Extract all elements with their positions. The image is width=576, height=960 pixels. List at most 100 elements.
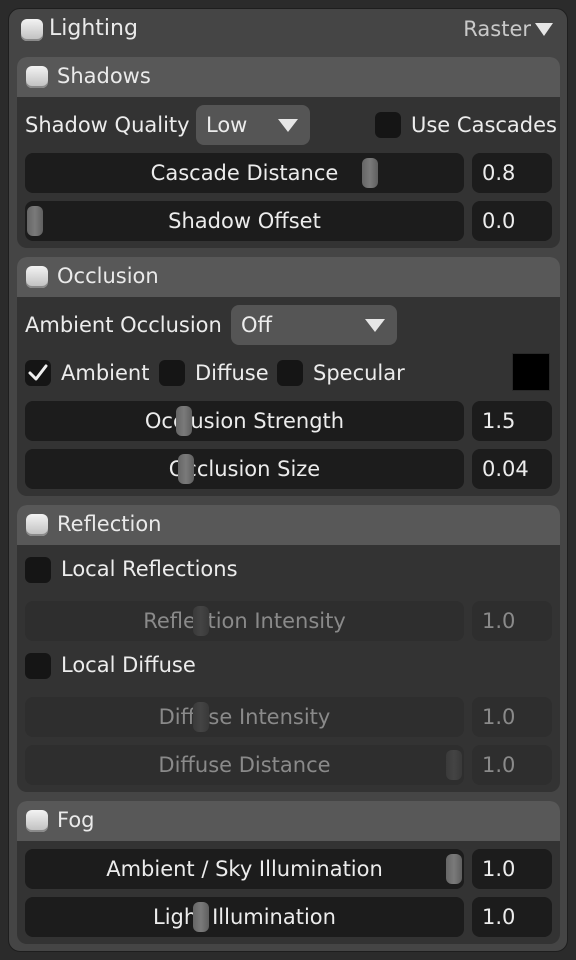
ambient-sky-value: 1.0 [482, 857, 516, 881]
light-illumination-value: 1.0 [482, 905, 516, 929]
fog-title: Fog [57, 808, 95, 832]
occlusion-size-field[interactable]: 0.04 [472, 449, 552, 489]
occlusion-channels-row: Ambient Diffuse Specular [17, 353, 560, 393]
cascade-distance-field[interactable]: 0.8 [472, 153, 552, 193]
chevron-down-icon [278, 119, 298, 132]
cascade-distance-label: Cascade Distance [150, 161, 339, 185]
lighting-toggle[interactable] [21, 19, 43, 41]
ambient-occlusion-row: Ambient Occlusion Off [17, 305, 560, 345]
light-illumination-row: Light Illumination 1.0 [17, 897, 560, 937]
shadow-quality-dropdown[interactable]: Low [196, 105, 310, 145]
diffuse-distance-value: 1.0 [482, 753, 516, 777]
shadow-offset-value: 0.0 [482, 209, 516, 233]
ambient-occlusion-label: Ambient Occlusion [25, 313, 222, 337]
reflection-intensity-slider[interactable]: Reflection Intensity [25, 601, 464, 641]
occlusion-strength-label: Occlusion Strength [144, 409, 345, 433]
occlusion-section: Occlusion Ambient Occlusion Off Ambient … [17, 257, 560, 496]
local-diffuse-label: Local Diffuse [61, 653, 196, 677]
occlusion-size-label: Occlusion Size [168, 457, 321, 481]
ambient-sky-row: Ambient / Sky Illumination 1.0 [17, 849, 560, 889]
cascade-distance-slider[interactable]: Cascade Distance [25, 153, 464, 193]
occlusion-size-row: Occlusion Size 0.04 [17, 449, 560, 489]
ambient-sky-field[interactable]: 1.0 [472, 849, 552, 889]
specular-checkbox[interactable] [277, 360, 303, 386]
shadows-toggle[interactable] [26, 66, 48, 88]
slider-handle[interactable] [176, 406, 192, 436]
ambient-occlusion-dropdown[interactable]: Off [231, 305, 397, 345]
lighting-panel: Lighting Raster Shadows Shadow Quality L… [8, 8, 568, 952]
use-cascades-checkbox[interactable] [375, 112, 401, 138]
local-reflections-checkbox[interactable] [25, 557, 51, 583]
diffuse-checkbox[interactable] [159, 360, 185, 386]
diffuse-distance-field[interactable]: 1.0 [472, 745, 552, 785]
ambient-sky-label: Ambient / Sky Illumination [106, 857, 383, 881]
ambient-occlusion-value: Off [241, 313, 272, 337]
occlusion-header: Occlusion [17, 257, 560, 297]
ambient-checkbox[interactable] [25, 360, 51, 386]
reflection-header: Reflection [17, 505, 560, 545]
occlusion-color-swatch[interactable] [512, 353, 550, 391]
ambient-sky-slider[interactable]: Ambient / Sky Illumination [25, 849, 464, 889]
reflection-intensity-label: Reflection Intensity [143, 609, 346, 633]
cascade-distance-value: 0.8 [482, 161, 516, 185]
mode-label: Raster [463, 17, 531, 41]
diffuse-intensity-field[interactable]: 1.0 [472, 697, 552, 737]
occlusion-title: Occlusion [57, 264, 159, 288]
slider-handle[interactable] [178, 454, 194, 484]
use-cascades-label: Use Cascades [411, 113, 557, 137]
diffuse-label: Diffuse [195, 361, 269, 385]
shadow-offset-field[interactable]: 0.0 [472, 201, 552, 241]
chevron-down-icon [365, 319, 385, 332]
reflection-section: Reflection Local Reflections Reflection … [17, 505, 560, 792]
panel-header: Lighting Raster [9, 9, 567, 51]
occlusion-strength-slider[interactable]: Occlusion Strength [25, 401, 464, 441]
reflection-intensity-value: 1.0 [482, 609, 516, 633]
specular-label: Specular [313, 361, 405, 385]
occlusion-size-slider[interactable]: Occlusion Size [25, 449, 464, 489]
light-illumination-slider[interactable]: Light Illumination [25, 897, 464, 937]
panel-title: Lighting [49, 16, 138, 41]
fog-header: Fog [17, 801, 560, 841]
slider-handle[interactable] [193, 702, 209, 732]
occlusion-strength-row: Occlusion Strength 1.5 [17, 401, 560, 441]
shadow-offset-row: Shadow Offset 0.0 [17, 201, 560, 241]
diffuse-intensity-slider[interactable]: Diffuse Intensity [25, 697, 464, 737]
diffuse-intensity-label: Diffuse Intensity [158, 705, 331, 729]
shadows-header: Shadows [17, 57, 560, 97]
reflection-intensity-field[interactable]: 1.0 [472, 601, 552, 641]
light-illumination-field[interactable]: 1.0 [472, 897, 552, 937]
cascade-distance-row: Cascade Distance 0.8 [17, 153, 560, 193]
occlusion-toggle[interactable] [26, 266, 48, 288]
local-reflections-label: Local Reflections [61, 557, 238, 581]
diffuse-intensity-value: 1.0 [482, 705, 516, 729]
diffuse-distance-slider[interactable]: Diffuse Distance [25, 745, 464, 785]
reflection-intensity-row: Reflection Intensity 1.0 [17, 601, 560, 641]
fog-toggle[interactable] [26, 810, 48, 832]
diffuse-distance-label: Diffuse Distance [158, 753, 331, 777]
checkmark-icon [28, 364, 48, 381]
fog-section: Fog Ambient / Sky Illumination 1.0 Light… [17, 801, 560, 944]
slider-handle[interactable] [446, 750, 462, 780]
slider-handle[interactable] [362, 158, 378, 188]
slider-handle[interactable] [193, 902, 209, 932]
ambient-label: Ambient [61, 361, 150, 385]
mode-dropdown[interactable]: Raster [463, 17, 553, 41]
slider-handle[interactable] [27, 206, 43, 236]
shadow-quality-label: Shadow Quality [25, 113, 190, 137]
occlusion-strength-field[interactable]: 1.5 [472, 401, 552, 441]
slider-handle[interactable] [193, 606, 209, 636]
light-illumination-label: Light Illumination [153, 905, 336, 929]
shadows-section: Shadows Shadow Quality Low Use Cascades … [17, 57, 560, 248]
shadow-offset-label: Shadow Offset [168, 209, 321, 233]
shadow-offset-slider[interactable]: Shadow Offset [25, 201, 464, 241]
reflection-title: Reflection [57, 512, 162, 536]
diffuse-intensity-row: Diffuse Intensity 1.0 [17, 697, 560, 737]
occlusion-strength-value: 1.5 [482, 409, 516, 433]
reflection-toggle[interactable] [26, 514, 48, 536]
local-diffuse-checkbox[interactable] [25, 653, 51, 679]
occlusion-size-value: 0.04 [482, 457, 529, 481]
shadows-title: Shadows [57, 64, 151, 88]
slider-handle[interactable] [446, 854, 462, 884]
local-diffuse-row: Local Diffuse [17, 649, 560, 689]
shadow-quality-row: Shadow Quality Low Use Cascades [17, 105, 560, 145]
